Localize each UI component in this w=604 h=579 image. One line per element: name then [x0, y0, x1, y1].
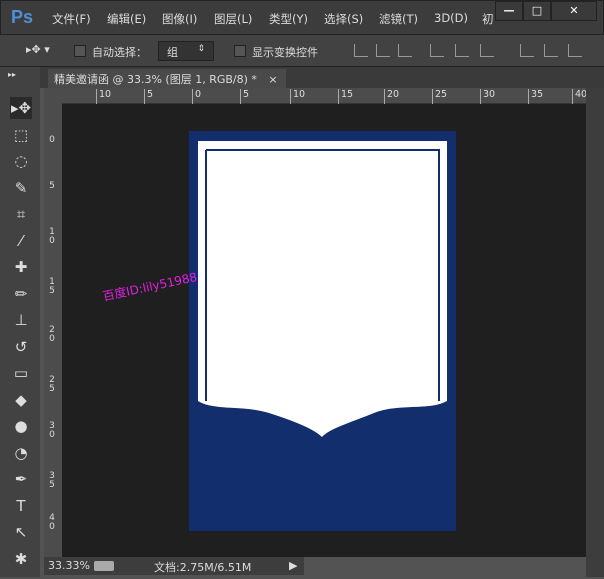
- quick-select-tool-icon[interactable]: ✎: [10, 177, 32, 199]
- blur-tool-icon[interactable]: ●: [10, 415, 32, 437]
- show-transform-checkbox[interactable]: [234, 45, 246, 57]
- align-top-icon[interactable]: [354, 44, 368, 57]
- document-canvas[interactable]: [189, 131, 456, 531]
- dodge-tool-icon[interactable]: ◔: [10, 442, 32, 464]
- v-ruler-label: 25: [49, 375, 55, 394]
- menu-select[interactable]: 选择(S): [324, 11, 363, 27]
- shape-tool-icon[interactable]: ✱: [10, 548, 32, 570]
- h-ruler-label: 5: [240, 89, 249, 104]
- history-brush-tool-icon[interactable]: ↺: [10, 336, 32, 358]
- h-ruler-label: 40: [572, 89, 587, 104]
- document-tab-bar: 精美邀请函 @ 33.3% (图层 1, RGB/8) * ×: [40, 67, 604, 88]
- menu-view[interactable]: 初: [482, 11, 494, 27]
- menu-edit[interactable]: 编辑(E): [107, 11, 146, 27]
- marquee-tool-icon[interactable]: ⬚: [10, 124, 32, 146]
- status-bar: 33.33% 文档:2.75M/6.51M ▶: [44, 557, 304, 575]
- path-select-tool-icon[interactable]: ↖: [10, 521, 32, 543]
- align-hcenter-icon[interactable]: [455, 44, 469, 57]
- healing-tool-icon[interactable]: ✚: [10, 256, 32, 278]
- minimize-button[interactable]: —: [495, 1, 523, 21]
- v-ruler-label: 10: [49, 227, 55, 246]
- distribute-vcenter-icon[interactable]: [544, 44, 558, 57]
- menu-3d[interactable]: 3D(D): [434, 11, 468, 25]
- zoom-level[interactable]: 33.33%: [48, 559, 90, 572]
- ruler-corner: [44, 88, 62, 104]
- document-size: 文档:2.75M/6.51M: [154, 561, 252, 574]
- align-left-icon[interactable]: [430, 44, 444, 57]
- menu-bar: Ps 文件(F) 编辑(E) 图像(I) 图层(L) 类型(Y) 选择(S) 滤…: [0, 0, 604, 35]
- eraser-tool-icon[interactable]: ▭: [10, 362, 32, 384]
- h-ruler-label: 35: [528, 89, 543, 104]
- v-ruler-label: 0: [49, 135, 55, 145]
- close-tab-icon[interactable]: ×: [268, 73, 277, 86]
- h-ruler-label: 5: [144, 89, 153, 104]
- auto-select-value: 组: [167, 46, 178, 59]
- v-ruler-label: 5: [49, 181, 55, 191]
- h-ruler-label: 20: [384, 89, 399, 104]
- align-right-icon[interactable]: [480, 44, 494, 57]
- menu-file[interactable]: 文件(F): [52, 11, 91, 27]
- stamp-tool-icon[interactable]: ⊥: [10, 309, 32, 331]
- type-tool-icon[interactable]: T: [10, 495, 32, 517]
- v-ruler-label: 35: [49, 471, 55, 490]
- h-ruler-label: 0: [192, 89, 201, 104]
- menu-filter[interactable]: 滤镜(T): [379, 11, 418, 27]
- document-tab-title: 精美邀请函 @ 33.3% (图层 1, RGB/8) *: [54, 73, 257, 86]
- lasso-tool-icon[interactable]: ◌: [10, 150, 32, 172]
- crop-tool-icon[interactable]: ⌗: [10, 203, 32, 225]
- show-transform-label: 显示变换控件: [252, 46, 318, 59]
- paint-bucket-tool-icon[interactable]: ◆: [10, 389, 32, 411]
- menu-layer[interactable]: 图层(L): [214, 11, 252, 27]
- spinner-icon: ⇕: [197, 44, 205, 54]
- maximize-button[interactable]: □: [523, 1, 551, 21]
- v-ruler-label: 40: [49, 513, 55, 532]
- canvas-area[interactable]: [62, 104, 586, 557]
- menu-type[interactable]: 类型(Y): [269, 11, 308, 27]
- distribute-top-icon[interactable]: [520, 44, 534, 57]
- vertical-ruler[interactable]: 0 5 10 15 20 25 30 35 40: [44, 104, 62, 557]
- options-bar: ▸✥ ▾ 自动选择： 组 ⇕ 显示变换控件: [0, 35, 604, 67]
- h-ruler-label: 10: [290, 89, 305, 104]
- v-ruler-label: 30: [49, 421, 55, 440]
- status-menu-arrow[interactable]: ▶: [289, 559, 297, 572]
- distribute-bottom-icon[interactable]: [568, 44, 582, 57]
- move-tool-icon[interactable]: ▸✥: [10, 97, 32, 119]
- proof-icon: [94, 561, 114, 571]
- document-tab[interactable]: 精美邀请函 @ 33.3% (图层 1, RGB/8) * ×: [48, 69, 286, 88]
- h-ruler-label: 15: [338, 89, 353, 104]
- align-bottom-icon[interactable]: [398, 44, 412, 57]
- expand-panel-icon[interactable]: ▸▸: [8, 70, 16, 79]
- horizontal-ruler[interactable]: 10 5 0 5 10 15 20 25 30 35 40: [62, 88, 587, 104]
- align-vcenter-icon[interactable]: [376, 44, 390, 57]
- h-ruler-label: 10: [96, 89, 111, 104]
- toolbar: ▸▸ ▸✥ ⬚ ◌ ✎ ⌗ ⁄ ✚ ✏ ⊥ ↺ ▭ ◆ ● ◔ ✒ T ↖ ✱: [0, 67, 40, 577]
- invitation-card-shape: [198, 141, 447, 437]
- close-button[interactable]: ✕: [551, 1, 597, 21]
- brush-tool-icon[interactable]: ✏: [10, 283, 32, 305]
- move-tool-preset-icon[interactable]: ▸✥ ▾: [26, 43, 50, 56]
- v-ruler-label: 20: [49, 325, 55, 344]
- auto-select-checkbox[interactable]: [74, 45, 86, 57]
- menu-image[interactable]: 图像(I): [162, 11, 197, 27]
- h-ruler-label: 30: [480, 89, 495, 104]
- pen-tool-icon[interactable]: ✒: [10, 468, 32, 490]
- vertical-scrollbar[interactable]: [586, 88, 604, 577]
- v-ruler-label: 15: [49, 277, 55, 296]
- h-ruler-label: 25: [432, 89, 447, 104]
- eyedropper-tool-icon[interactable]: ⁄: [10, 230, 32, 252]
- auto-select-label: 自动选择：: [92, 46, 147, 59]
- auto-select-dropdown[interactable]: 组 ⇕: [158, 41, 214, 61]
- photoshop-logo: Ps: [11, 7, 34, 27]
